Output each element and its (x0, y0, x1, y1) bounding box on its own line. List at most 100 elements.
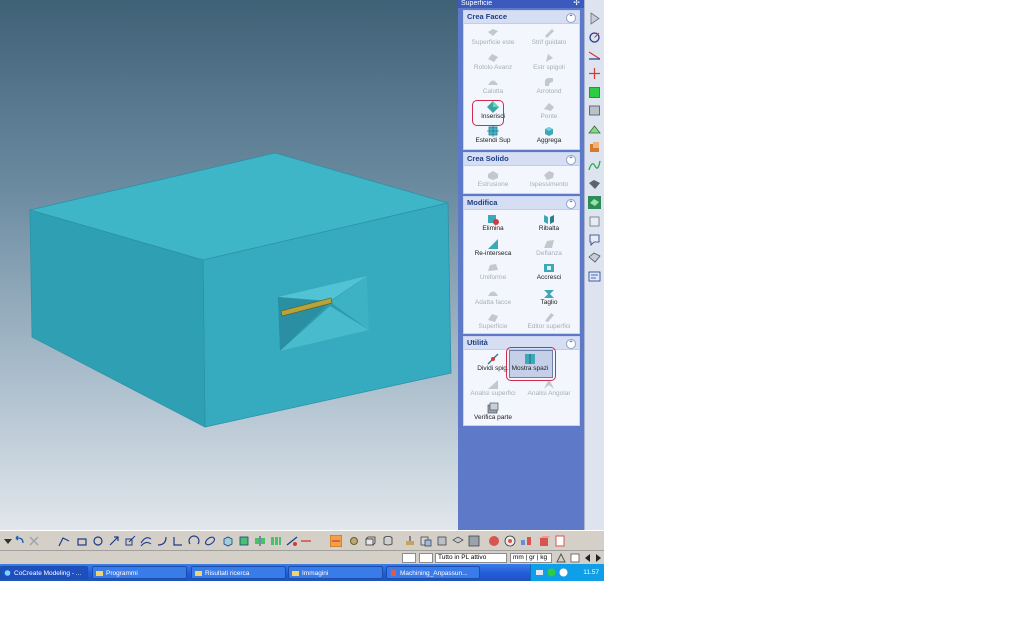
tangent-arc-icon[interactable] (156, 535, 168, 547)
circle-sketch-icon[interactable] (588, 31, 601, 44)
units-field[interactable]: mm | gr | kg (510, 553, 552, 563)
arrow-line-icon[interactable] (108, 535, 120, 547)
tool-accresci[interactable]: Accresci (522, 261, 576, 285)
polyline-icon[interactable] (58, 535, 70, 547)
tool-analisi-angolar[interactable]: Analisi Angolar (522, 377, 576, 401)
collapse-icon[interactable]: ⌃ (566, 339, 576, 349)
taskbar-item-cocreate[interactable]: CoCreate Modeling - ... (0, 566, 88, 579)
drawing-icon[interactable] (588, 270, 601, 283)
section-header[interactable]: Crea Facce ⌃ (464, 11, 579, 24)
spline-icon[interactable] (140, 535, 152, 547)
cylinder-icon[interactable] (382, 535, 394, 547)
curve-icon[interactable] (588, 159, 601, 172)
section-header[interactable]: Modifica ⌃ (464, 197, 579, 210)
library-icon[interactable] (468, 535, 480, 547)
arc-icon[interactable] (188, 535, 200, 547)
clock[interactable]: 11.57 (583, 564, 599, 581)
edit-line-icon[interactable] (286, 535, 298, 547)
pin-icon[interactable]: ✢ (573, 0, 580, 7)
box-wireframe-icon[interactable] (364, 535, 376, 547)
assembly-tree-icon[interactable] (520, 535, 532, 547)
undo-icon[interactable] (14, 535, 26, 547)
mirror-icon[interactable] (254, 535, 266, 547)
cancel-icon[interactable] (28, 535, 40, 547)
network-icon[interactable] (535, 568, 544, 577)
measure-icon[interactable] (404, 535, 416, 547)
pattern-icon[interactable] (270, 535, 282, 547)
axis-icon[interactable] (588, 67, 601, 80)
green-square-icon[interactable] (588, 86, 601, 99)
tool-estrusione[interactable]: Estrusione (466, 168, 520, 192)
note-icon[interactable] (588, 215, 601, 228)
tool-estr-spigoli[interactable]: Estr spigoli (522, 51, 576, 75)
sheet-icon[interactable] (588, 178, 601, 191)
gear-icon[interactable] (348, 535, 360, 547)
settings-icon[interactable] (504, 535, 516, 547)
hide-icon[interactable] (436, 535, 448, 547)
tool-taglio[interactable]: Taglio (522, 286, 576, 310)
section-view-icon[interactable] (452, 535, 464, 547)
tool-arrotond[interactable]: Arrotond (522, 75, 576, 99)
box-arrow-icon[interactable] (124, 535, 136, 547)
tool-ponte[interactable]: Ponte (522, 100, 576, 124)
chain-icon[interactable] (204, 535, 216, 547)
comment-icon[interactable] (588, 233, 601, 246)
red-solid-icon[interactable] (538, 535, 550, 547)
corner-icon[interactable] (172, 535, 184, 547)
tool-verifica-parte[interactable]: Verifica parte (466, 401, 520, 425)
tool-ribalta[interactable]: Ribalta (522, 212, 576, 236)
line-sketch-icon[interactable] (588, 49, 601, 62)
record-icon[interactable] (488, 535, 500, 547)
query-icon[interactable] (420, 535, 432, 547)
status-field-empty-2[interactable] (419, 553, 433, 563)
tool-elimina[interactable]: Elimina (466, 212, 520, 236)
taskbar-item-immagini[interactable]: Immagini (288, 566, 383, 579)
tool-superficie-este[interactable]: Superficie este (466, 26, 520, 50)
rectangle-icon[interactable] (76, 535, 88, 547)
tool-ispessimento[interactable]: Ispessimento (522, 168, 576, 192)
tool-editor-superfici[interactable]: Editor superfici (522, 310, 576, 334)
tool-analisi-superfici[interactable]: Analisi superfici (466, 377, 520, 401)
3d-viewport[interactable] (0, 0, 458, 530)
taskbar-item-risultati-ricerca[interactable]: Risultati ricerca (191, 566, 286, 579)
collapse-icon[interactable]: ⌃ (566, 155, 576, 165)
warning-icon[interactable] (556, 553, 566, 563)
tool-adatta-facce[interactable]: Adatta facce (466, 286, 520, 310)
tool-label: Superficie (478, 323, 508, 330)
section-modifica: Modifica ⌃ Elimina Ribalta Re-interseca … (463, 196, 580, 334)
active-mode-field[interactable]: Tutto in PL attivo (435, 553, 507, 563)
dropdown-arrow-icon[interactable] (2, 535, 14, 547)
tool-strif-guidato[interactable]: Strif guidato (522, 26, 576, 50)
surface-green-icon[interactable] (238, 535, 250, 547)
info-icon[interactable] (570, 553, 580, 563)
tool-aggrega[interactable]: Aggrega (522, 124, 576, 148)
play-icon[interactable] (588, 12, 601, 25)
antivirus-icon[interactable] (547, 568, 556, 577)
scroll-left-icon[interactable] (584, 553, 592, 563)
tool-re-interseca[interactable]: Re-interseca (466, 237, 520, 261)
tool-estendi-sup[interactable]: Estendi Sup (466, 124, 520, 148)
scroll-right-icon[interactable] (594, 553, 602, 563)
volume-icon[interactable] (559, 568, 568, 577)
tool-rotolo-avanz[interactable]: Rotolo Avanz (466, 51, 520, 75)
surface-active-icon[interactable] (588, 196, 601, 209)
dimension-active-icon[interactable] (330, 535, 342, 547)
3d-box-icon[interactable] (222, 535, 234, 547)
part-icon[interactable] (588, 104, 601, 117)
document-icon[interactable] (554, 535, 566, 547)
collapse-icon[interactable]: ⌃ (566, 13, 576, 23)
taskbar-item-programmi[interactable]: Programmi (92, 566, 187, 579)
collapse-icon[interactable]: ⌃ (566, 199, 576, 209)
assembly-icon[interactable] (588, 251, 601, 264)
circle-icon[interactable] (92, 535, 104, 547)
tool-uniforme[interactable]: Uniforme (466, 261, 520, 285)
section-header[interactable]: Crea Solido ⌃ (464, 153, 579, 166)
status-field-empty-1[interactable] (402, 553, 416, 563)
solid-icon[interactable] (588, 141, 601, 154)
tool-deflanza[interactable]: Deflanza (522, 237, 576, 261)
tool-calotta[interactable]: Calotta (466, 75, 520, 99)
tool-superficie[interactable]: Superficie (466, 310, 520, 334)
workplane-icon[interactable] (588, 123, 601, 136)
trim-icon[interactable] (300, 535, 312, 547)
taskbar-item-machining[interactable]: Machining_Anpassun... (386, 566, 480, 579)
